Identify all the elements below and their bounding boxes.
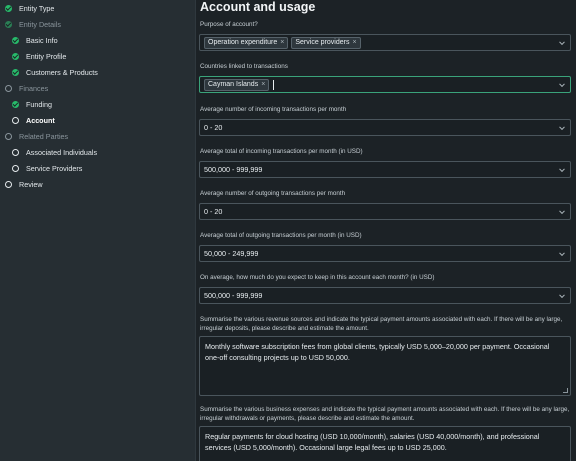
revenue-label: Summarise the various revenue sources an… xyxy=(200,316,563,332)
sidebar-item-review[interactable]: Review xyxy=(5,177,43,191)
check-circle-icon xyxy=(5,4,12,12)
circle-icon xyxy=(12,164,19,172)
main-content: Account and usage Purpose of account? Op… xyxy=(196,0,576,461)
remove-chip-icon[interactable]: × xyxy=(280,39,284,46)
sidebar-item-related-parties[interactable]: Related Parties xyxy=(5,129,68,143)
sidebar-item-label: Funding xyxy=(26,99,52,109)
sidebar-item-label: Entity Type xyxy=(19,3,55,13)
incoming-count-select[interactable]: 0 - 20 xyxy=(199,119,571,136)
chevron-down-icon xyxy=(559,207,565,214)
circle-icon xyxy=(5,132,12,140)
country-chip: Cayman Islands × xyxy=(204,78,270,91)
purpose-label: Purpose of account? xyxy=(200,21,258,28)
chevron-down-icon[interactable] xyxy=(559,38,565,45)
sidebar-item-associated-individuals[interactable]: Associated Individuals xyxy=(12,145,97,159)
sidebar-item-entity-profile[interactable]: Entity Profile xyxy=(12,49,66,63)
sidebar-item-label: Entity Profile xyxy=(26,51,67,61)
remove-chip-icon[interactable]: × xyxy=(352,39,356,46)
text-cursor xyxy=(273,79,275,90)
circle-icon xyxy=(12,116,19,124)
outgoing-count-select[interactable]: 0 - 20 xyxy=(199,203,571,220)
remove-chip-icon[interactable]: × xyxy=(261,81,265,88)
circle-icon xyxy=(12,148,19,156)
expenses-label: Summarise the various business expenses … xyxy=(200,406,570,422)
keep-amount-label: On average, how much do you expect to ke… xyxy=(200,274,435,281)
circle-icon xyxy=(5,180,12,188)
chevron-down-icon xyxy=(559,249,565,256)
sidebar-item-entity-type[interactable]: Entity Type xyxy=(5,1,54,15)
sidebar-item-label: Associated Individuals xyxy=(26,147,98,157)
outgoing-total-select[interactable]: 50,000 - 249,999 xyxy=(199,245,571,262)
check-circle-icon xyxy=(12,68,19,76)
sidebar-item-basic-info[interactable]: Basic Info xyxy=(12,33,58,47)
sidebar-item-customers-products[interactable]: Customers & Products xyxy=(12,65,98,79)
incoming-total-label: Average total of incoming transactions p… xyxy=(200,148,363,155)
keep-amount-select[interactable]: 500,000 - 999,999 xyxy=(199,287,571,304)
purpose-chip: Operation expenditure × xyxy=(204,36,289,49)
sidebar-item-funding[interactable]: Funding xyxy=(12,97,52,111)
revenue-textarea[interactable]: Monthly software subscription fees from … xyxy=(199,336,571,396)
sidebar-item-label: Entity Details xyxy=(19,19,61,29)
chevron-down-icon xyxy=(559,165,565,172)
countries-label: Countries linked to transactions xyxy=(200,63,288,70)
incoming-total-select[interactable]: 500,000 - 999,999 xyxy=(199,161,571,178)
sidebar-item-entity-details[interactable]: Entity Details xyxy=(5,17,61,31)
outgoing-count-label: Average number of outgoing transactions … xyxy=(200,190,346,197)
check-circle-icon xyxy=(5,20,12,28)
sidebar-item-label: Related Parties xyxy=(19,131,69,141)
sidebar-item-label: Finances xyxy=(19,83,49,93)
chevron-down-icon[interactable] xyxy=(559,80,565,87)
sidebar-item-label: Service Providers xyxy=(26,163,83,173)
chevron-down-icon xyxy=(559,291,565,298)
incoming-count-label: Average number of incoming transactions … xyxy=(200,106,347,113)
sidebar-item-account[interactable]: Account xyxy=(12,113,55,127)
countries-multiselect[interactable]: Cayman Islands × xyxy=(199,76,571,93)
page-title: Account and usage xyxy=(200,0,316,14)
sidebar: Entity Type Entity Details Basic Info En… xyxy=(0,0,196,461)
check-circle-icon xyxy=(12,52,19,60)
resize-handle-icon[interactable] xyxy=(563,388,568,393)
check-circle-icon xyxy=(12,100,19,108)
sidebar-item-label: Customers & Products xyxy=(26,67,98,77)
check-circle-icon xyxy=(12,36,19,44)
sidebar-item-label: Basic Info xyxy=(26,35,58,45)
circle-icon xyxy=(5,84,12,92)
purpose-multiselect[interactable]: Operation expenditure × Service providers… xyxy=(199,34,571,51)
chevron-down-icon xyxy=(559,123,565,130)
sidebar-item-service-providers[interactable]: Service Providers xyxy=(12,161,82,175)
sidebar-item-finances[interactable]: Finances xyxy=(5,81,48,95)
expenses-textarea[interactable]: Regular payments for cloud hosting (USD … xyxy=(199,426,571,461)
sidebar-item-label: Review xyxy=(19,179,43,189)
sidebar-item-label: Account xyxy=(26,115,55,125)
purpose-chip: Service providers × xyxy=(291,36,361,49)
outgoing-total-label: Average total of outgoing transactions p… xyxy=(200,232,362,239)
